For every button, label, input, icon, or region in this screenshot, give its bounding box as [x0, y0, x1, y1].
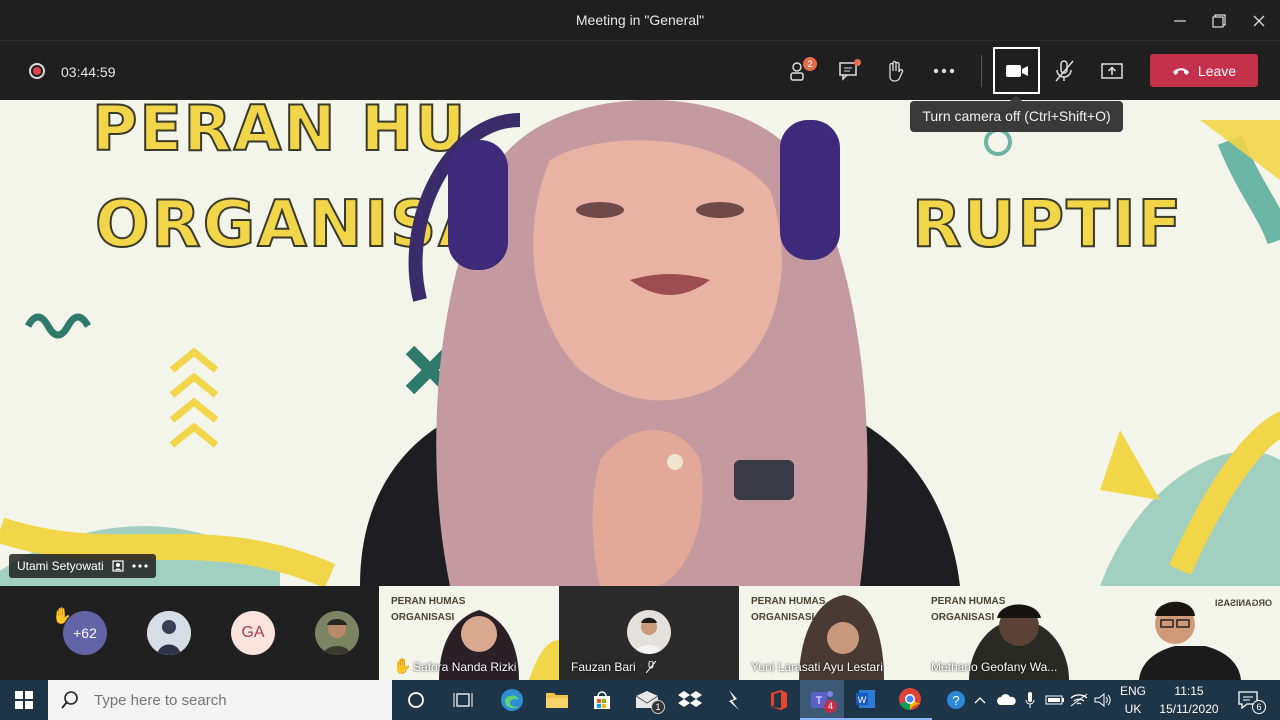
teams-icon[interactable]: T 4	[800, 680, 844, 720]
tile-name-1: Safora Nanda Rizki	[413, 660, 517, 674]
search-input[interactable]	[92, 690, 372, 710]
meeting-toolbar: 03:44:59 2 Leave	[0, 41, 1280, 100]
windows-taskbar: 1 T 4 W ? ENG UK 11:15 15/11/2020	[0, 680, 1280, 720]
restore-icon[interactable]	[1204, 6, 1234, 36]
mic-tray-icon[interactable]	[1018, 680, 1042, 720]
cortana-icon[interactable]	[394, 680, 438, 720]
share-tray-icon	[1101, 63, 1123, 79]
store-icon[interactable]	[580, 680, 624, 720]
share-screen-button[interactable]	[1094, 53, 1130, 89]
chrome-icon[interactable]	[888, 680, 932, 720]
office-icon[interactable]	[756, 680, 800, 720]
recording-icon	[29, 63, 45, 79]
chevron-up-icon[interactable]	[968, 680, 992, 720]
participant-tile-4[interactable]: PERAN HUMAS ORGANISASI Methano Geofany W…	[919, 586, 1119, 680]
tile-name-4: Methano Geofany Wa...	[931, 660, 1058, 674]
file-explorer-icon[interactable]	[535, 680, 579, 720]
tile-mic-muted-icon-2	[646, 661, 656, 673]
camera-toggle-button[interactable]	[993, 47, 1040, 94]
mic-muted-icon	[1055, 60, 1074, 82]
participants-badge: 2	[803, 57, 817, 71]
window-titlebar: Meeting in "General"	[0, 0, 1280, 41]
notification-count: 6	[1252, 700, 1266, 714]
participant-gallery: ✋ +62 GA PERAN HUMAS ORGANISASI ✋ Safora…	[0, 586, 1280, 680]
tile-name-3: Yuni Larasati Ayu Lestari	[751, 660, 883, 674]
word-icon[interactable]: W	[844, 680, 888, 720]
main-video: PERAN HU ORGANISA RUPTIF Utami Setyowati	[0, 100, 1280, 586]
volume-icon[interactable]	[1090, 680, 1116, 720]
tile-raised-hand-icon: ✋	[393, 658, 412, 675]
taskbar-search-box[interactable]	[48, 680, 392, 720]
close-icon[interactable]	[1244, 6, 1274, 36]
meeting-timer: 03:44:59	[61, 64, 116, 80]
overflow-participants-avatar[interactable]: +62	[63, 611, 107, 655]
task-view-icon[interactable]	[441, 680, 485, 720]
raise-hand-icon	[889, 60, 904, 82]
camera-tooltip: Turn camera off (Ctrl+Shift+O)	[910, 95, 1123, 132]
lang-indicator-1[interactable]: ENG	[1116, 684, 1150, 698]
toolbar-divider	[981, 55, 982, 87]
tile-name-2: Fauzan Bari	[571, 660, 636, 674]
participant-avatar-initials[interactable]: GA	[231, 611, 275, 655]
hangup-icon	[1172, 67, 1189, 75]
search-icon	[61, 691, 78, 709]
mail-badge: 1	[651, 700, 665, 714]
svg-text:T: T	[816, 695, 823, 707]
pin-person-icon	[112, 560, 124, 572]
clock-time[interactable]: 11:15	[1152, 684, 1226, 698]
more-actions-button[interactable]	[926, 53, 962, 89]
lang-indicator-2[interactable]: UK	[1116, 702, 1150, 716]
participant-tile-2[interactable]: Fauzan Bari	[559, 586, 739, 680]
battery-icon[interactable]	[1042, 680, 1068, 720]
svg-text:?: ?	[952, 693, 959, 708]
windows-start-icon[interactable]	[2, 680, 46, 720]
app-icon-bolt[interactable]	[712, 680, 756, 720]
notification-center-icon[interactable]: 6	[1228, 680, 1268, 720]
self-view-tile[interactable]: ORGANISASI	[1119, 586, 1280, 680]
teams-badge: 4	[824, 700, 837, 713]
onedrive-icon[interactable]	[994, 680, 1020, 720]
tile-avatar-2	[627, 610, 671, 654]
svg-text:W: W	[858, 695, 867, 705]
more-options-icon[interactable]	[132, 564, 148, 568]
raise-hand-button[interactable]	[877, 53, 913, 89]
mail-icon[interactable]: 1	[625, 680, 669, 720]
speaker-figure	[360, 100, 960, 586]
wifi-icon[interactable]	[1066, 680, 1092, 720]
speaker-name: Utami Setyowati	[17, 559, 104, 573]
speaker-name-tag: Utami Setyowati	[9, 554, 156, 578]
clock-date[interactable]: 15/11/2020	[1152, 702, 1226, 716]
mic-toggle-button[interactable]	[1046, 53, 1082, 89]
participant-avatar-photo-2[interactable]	[315, 611, 359, 655]
leave-label: Leave	[1197, 62, 1237, 79]
camera-icon	[1005, 64, 1028, 77]
dropbox-icon[interactable]	[668, 680, 712, 720]
more-icon	[933, 68, 955, 74]
edge-icon[interactable]	[490, 680, 534, 720]
participants-button[interactable]: 2	[782, 53, 818, 89]
participant-avatar-photo-1[interactable]	[147, 611, 191, 655]
participant-tile-3[interactable]: PERAN HUMAS ORGANISASI Yuni Larasati Ayu…	[739, 586, 919, 680]
chat-dot	[854, 59, 861, 66]
leave-button[interactable]: Leave	[1150, 54, 1258, 87]
window-title: Meeting in "General"	[575, 12, 705, 28]
participant-tile-1[interactable]: PERAN HUMAS ORGANISASI ✋ Safora Nanda Ri…	[379, 586, 559, 680]
minimize-icon[interactable]	[1165, 6, 1195, 36]
chat-button[interactable]	[831, 53, 867, 89]
